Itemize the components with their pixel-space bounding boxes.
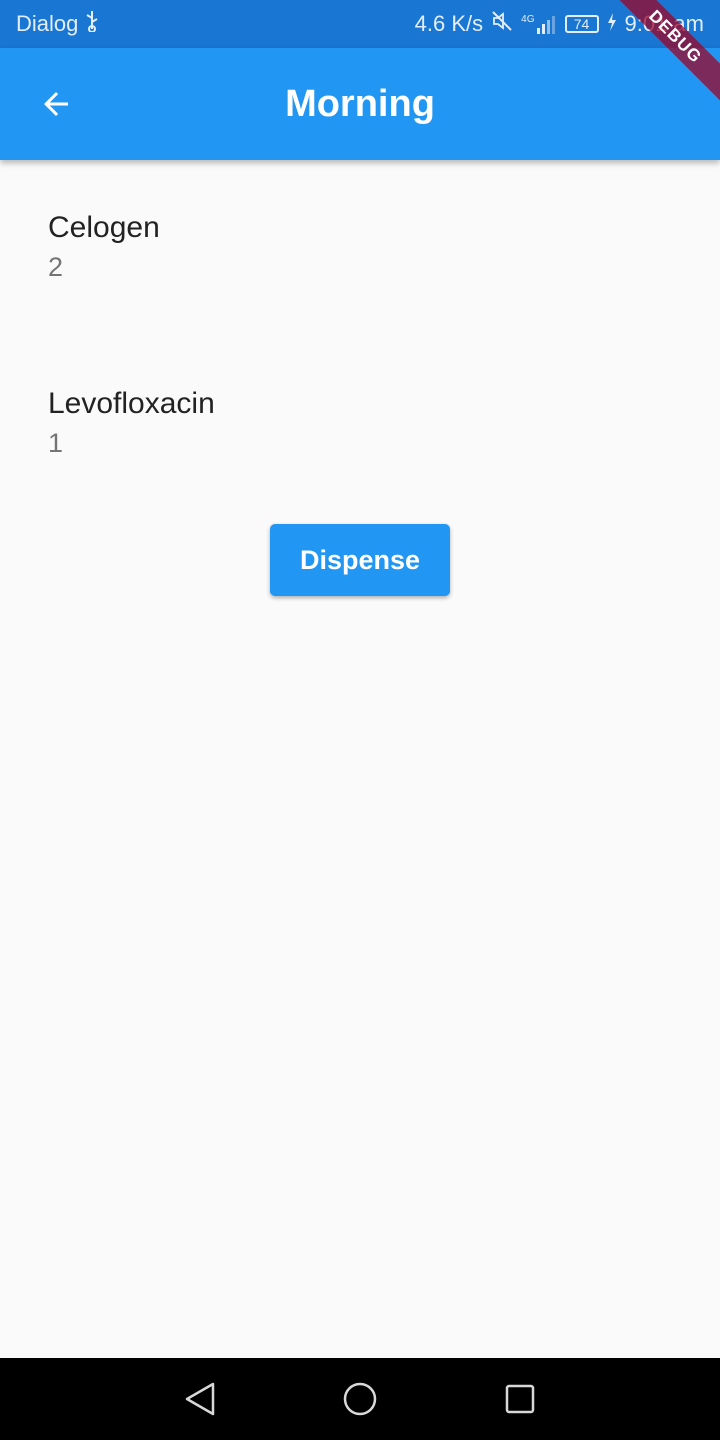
page-title: Morning [285, 82, 435, 125]
medication-quantity: 1 [48, 428, 64, 458]
clock: 9:01 am [624, 11, 705, 36]
battery-icon: 74 [564, 15, 599, 33]
nav-home-icon [343, 1382, 377, 1416]
carrier-label: Dialog [16, 11, 79, 36]
usb-icon [84, 10, 100, 38]
status-right: 4.6 K/s 4G 74 9:01 am [415, 10, 704, 38]
battery-level: 74 [573, 16, 590, 32]
medication-name: Levofloxacin [48, 387, 215, 420]
mute-icon [491, 10, 513, 38]
medication-name: Celogen [48, 211, 160, 244]
medication-quantity: 2 [48, 252, 64, 282]
signal-label: 4G [521, 14, 535, 25]
list-item: Levofloxacin 1 [48, 386, 215, 460]
network-speed: 4.6 K/s [414, 11, 484, 36]
app-bar: Morning [0, 48, 720, 160]
nav-back-button[interactable] [180, 1379, 220, 1419]
navigation-bar [0, 1358, 720, 1440]
status-left: Dialog [16, 10, 100, 38]
nav-recents-button[interactable] [500, 1379, 540, 1419]
nav-home-button[interactable] [340, 1379, 380, 1419]
list-item: Celogen 2 [48, 210, 160, 284]
back-button[interactable] [28, 76, 84, 132]
status-bar: Dialog 4.6 K/s 4G 74 9:01 am [0, 0, 720, 48]
nav-back-icon [185, 1382, 215, 1416]
dispense-button[interactable]: Dispense [270, 524, 450, 596]
arrow-back-icon [44, 92, 68, 116]
signal-icon: 4G [521, 14, 556, 34]
nav-recents-icon [505, 1384, 535, 1414]
charging-icon [607, 11, 617, 37]
